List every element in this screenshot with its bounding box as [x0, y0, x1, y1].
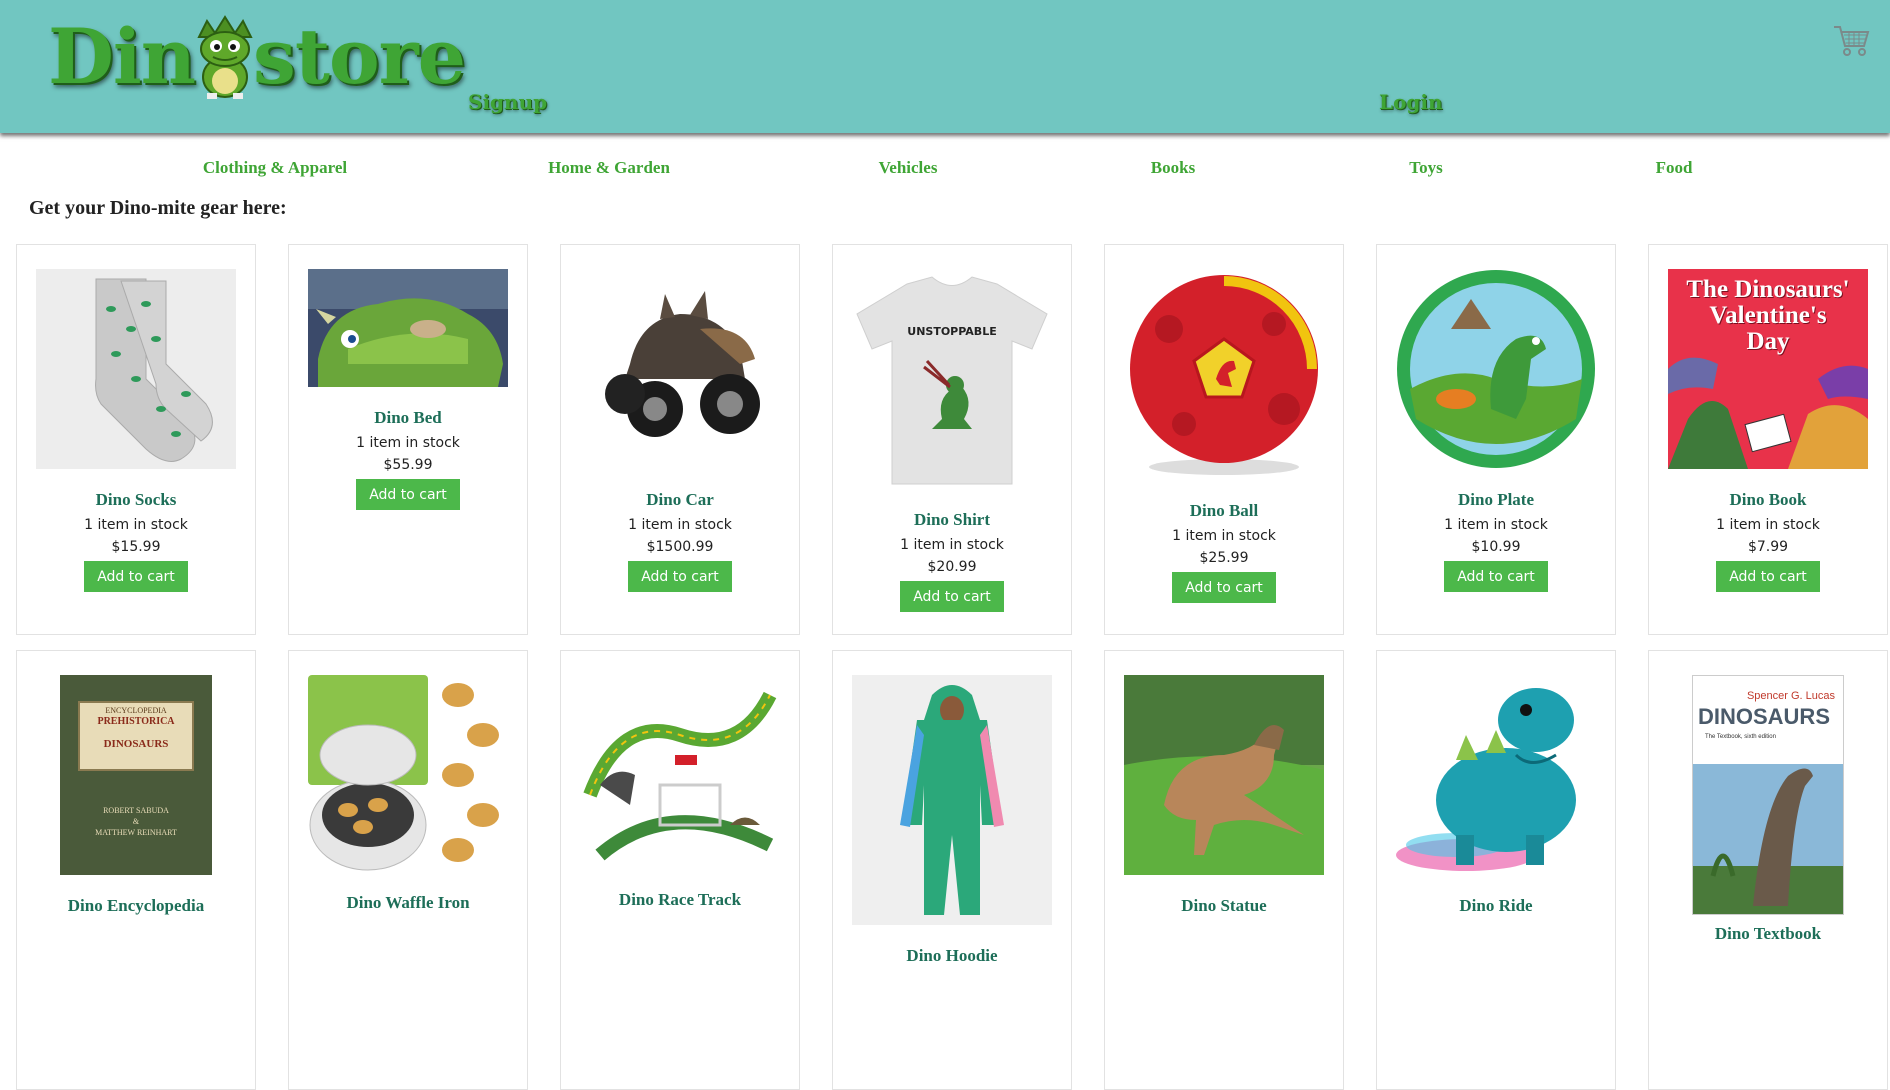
- cover-text: ENCYCLOPEDIA: [105, 706, 167, 715]
- product-price: $20.99: [927, 559, 977, 575]
- product-image-ball[interactable]: [1124, 269, 1324, 480]
- category-clothing-apparel[interactable]: Clothing & Apparel: [203, 158, 347, 178]
- dino-mascot-icon: [197, 15, 253, 99]
- category-toys[interactable]: Toys: [1409, 158, 1442, 178]
- product-stock: 1 item in stock: [1444, 517, 1548, 533]
- product-name[interactable]: Dino Plate: [1458, 489, 1534, 511]
- product-name[interactable]: Dino Waffle Iron: [346, 892, 469, 914]
- product-card: Dino Plate 1 item in stock $10.99 Add to…: [1376, 244, 1616, 635]
- cover-text: PREHISTORICA: [97, 716, 175, 727]
- cover-subtitle: The Textbook, sixth edition: [1705, 734, 1776, 740]
- product-name[interactable]: Dino Ride: [1459, 895, 1532, 917]
- product-card: Dino Waffle Iron: [288, 650, 528, 1090]
- product-image-shirt[interactable]: UNSTOPPABLE: [852, 269, 1052, 489]
- product-card: Dino Statue: [1104, 650, 1344, 1090]
- product-card: Dino Socks 1 item in stock $15.99 Add to…: [16, 244, 256, 635]
- shirt-graphic: [852, 269, 1052, 489]
- product-name[interactable]: Dino Textbook: [1715, 923, 1821, 945]
- product-image-ride[interactable]: [1396, 675, 1596, 875]
- category-vehicles[interactable]: Vehicles: [879, 158, 938, 178]
- login-link[interactable]: Login: [1379, 90, 1443, 114]
- signup-link[interactable]: Signup: [468, 90, 547, 114]
- cover-text: DINOSAURS: [103, 738, 169, 750]
- product-image-encyclopedia[interactable]: ENCYCLOPEDIA PREHISTORICA DINOSAURS ROBE…: [60, 675, 212, 875]
- product-image-car[interactable]: [580, 269, 780, 469]
- product-price: $15.99: [111, 539, 161, 555]
- product-name[interactable]: Dino Shirt: [914, 509, 990, 531]
- product-stock: 1 item in stock: [900, 537, 1004, 553]
- product-name[interactable]: Dino Car: [646, 489, 714, 511]
- product-stock: 1 item in stock: [1172, 528, 1276, 544]
- product-card: The Dinosaurs' Valentine's Day Dino Book…: [1648, 244, 1888, 635]
- book-title-line: The Dinosaurs': [1686, 276, 1850, 303]
- cover-title: DINOSAURS: [1697, 704, 1830, 729]
- product-name[interactable]: Dino Hoodie: [906, 945, 997, 967]
- product-image-textbook[interactable]: Spencer G. Lucas DINOSAURS The Textbook,…: [1692, 675, 1844, 915]
- add-to-cart-button[interactable]: Add to cart: [628, 561, 732, 592]
- category-nav: Clothing & Apparel Home & Garden Vehicle…: [0, 158, 1890, 184]
- cover-text: ROBERT SABUDA: [103, 806, 169, 815]
- store-logo[interactable]: Din store: [48, 12, 466, 102]
- product-image-waffle-iron[interactable]: [308, 675, 508, 872]
- logo-text-start: Din: [48, 12, 196, 101]
- shirt-print-text: UNSTOPPABLE: [907, 325, 997, 338]
- product-card: Spencer G. Lucas DINOSAURS The Textbook,…: [1648, 650, 1888, 1090]
- product-card: Dino Race Track: [560, 650, 800, 1090]
- add-to-cart-button[interactable]: Add to cart: [1172, 572, 1276, 603]
- product-price: $7.99: [1747, 539, 1789, 555]
- shopping-cart-icon[interactable]: [1832, 22, 1870, 58]
- product-name[interactable]: Dino Encyclopedia: [68, 895, 205, 917]
- product-card: Dino Ball 1 item in stock $25.99 Add to …: [1104, 244, 1344, 635]
- add-to-cart-button[interactable]: Add to cart: [1716, 561, 1820, 592]
- add-to-cart-button[interactable]: Add to cart: [84, 561, 188, 592]
- product-image-hoodie[interactable]: [852, 675, 1052, 925]
- product-card: Dino Bed 1 item in stock $55.99 Add to c…: [288, 244, 528, 635]
- book-title-line: Valentine's: [1709, 302, 1827, 329]
- product-stock: 1 item in stock: [628, 517, 732, 533]
- cover-text: &: [132, 817, 140, 826]
- product-card: UNSTOPPABLE Dino Shirt 1 item in stock $…: [832, 244, 1072, 635]
- site-header: Din store Signup Login: [0, 0, 1890, 133]
- page-tagline: Get your Dino-mite gear here:: [29, 197, 287, 219]
- product-name[interactable]: Dino Bed: [374, 407, 442, 429]
- product-price: $25.99: [1199, 550, 1249, 566]
- cover-text: MATTHEW REINHART: [95, 828, 177, 837]
- product-price: $55.99: [383, 457, 433, 473]
- book-title-line: Day: [1746, 328, 1790, 355]
- product-image-socks[interactable]: [36, 269, 236, 469]
- product-name[interactable]: Dino Race Track: [619, 889, 741, 911]
- product-image-race-track[interactable]: [580, 675, 780, 869]
- product-price: $10.99: [1471, 539, 1521, 555]
- product-stock: 1 item in stock: [356, 435, 460, 451]
- product-image-bed[interactable]: [308, 269, 508, 387]
- product-stock: 1 item in stock: [84, 517, 188, 533]
- add-to-cart-button[interactable]: Add to cart: [356, 479, 460, 510]
- cover-author: Spencer G. Lucas: [1746, 690, 1835, 702]
- product-name[interactable]: Dino Book: [1730, 489, 1807, 511]
- product-card: Dino Hoodie: [832, 650, 1072, 1090]
- product-name[interactable]: Dino Ball: [1190, 500, 1259, 522]
- product-price: $1500.99: [646, 539, 714, 555]
- product-name[interactable]: Dino Socks: [96, 489, 177, 511]
- add-to-cart-button[interactable]: Add to cart: [900, 581, 1004, 612]
- product-card: Dino Car 1 item in stock $1500.99 Add to…: [560, 244, 800, 635]
- product-name[interactable]: Dino Statue: [1181, 895, 1266, 917]
- category-home-garden[interactable]: Home & Garden: [548, 158, 670, 178]
- product-image-book[interactable]: The Dinosaurs' Valentine's Day: [1668, 269, 1868, 469]
- product-image-statue[interactable]: [1124, 675, 1324, 875]
- category-food[interactable]: Food: [1656, 158, 1693, 178]
- product-card: ENCYCLOPEDIA PREHISTORICA DINOSAURS ROBE…: [16, 650, 256, 1090]
- product-image-plate[interactable]: [1396, 269, 1596, 469]
- add-to-cart-button[interactable]: Add to cart: [1444, 561, 1548, 592]
- product-stock: 1 item in stock: [1716, 517, 1820, 533]
- logo-text-end: store: [253, 12, 466, 101]
- product-card: Dino Ride: [1376, 650, 1616, 1090]
- category-books[interactable]: Books: [1151, 158, 1195, 178]
